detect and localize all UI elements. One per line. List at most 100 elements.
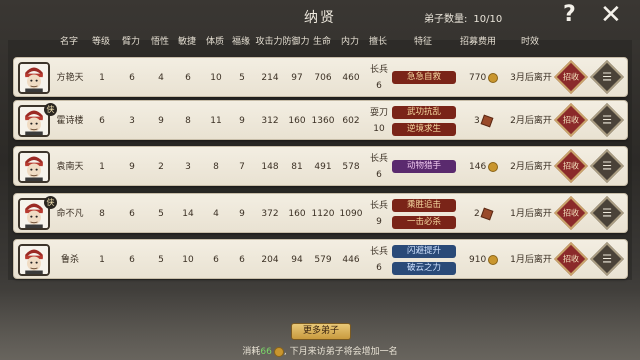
recruit-button[interactable]: 招收	[554, 60, 588, 94]
disciple-count: 弟子数量: 10/10	[424, 10, 502, 25]
recruit-button[interactable]: 招收	[554, 103, 588, 137]
trait-tag[interactable]: 急急自救	[392, 71, 456, 84]
cell-con: 6	[213, 255, 219, 265]
column-header-6: 福缘	[231, 37, 251, 47]
coin-icon	[488, 72, 499, 83]
recruit-button[interactable]: 招收	[554, 242, 588, 276]
recruit-label: 招收	[563, 161, 579, 171]
traits: 乘胜追击 一击必杀	[392, 194, 456, 234]
more-disciples-button[interactable]: 更多弟子	[291, 323, 351, 340]
weapon-skill: 长兵 6	[370, 62, 388, 94]
cell-str: 9	[129, 162, 135, 172]
weapon-level: 6	[376, 81, 382, 91]
cell-name: 霍诗楼	[56, 116, 84, 126]
column-header-5: 体质	[205, 37, 225, 47]
list-menu-icon: ☰	[602, 252, 612, 266]
cell-agi: 8	[185, 116, 191, 126]
column-header-9: 生命	[312, 37, 332, 47]
cell-hp: 579	[314, 255, 332, 265]
top-bar: 纳贤 弟子数量: 10/10 ? ✕	[0, 0, 640, 32]
close-icon[interactable]: ✕	[600, 0, 622, 30]
more-options-button[interactable]: ☰	[590, 103, 624, 137]
cell-mp: 1090	[339, 209, 363, 219]
list-menu-icon: ☰	[602, 70, 612, 84]
cell-con: 10	[210, 73, 222, 83]
weapon-skill: 耍刀 10	[370, 105, 388, 137]
cell-name: 鲁杀	[60, 255, 80, 265]
column-header: 名字 等级 臂力 悟性 敏捷 体质 福缘 攻击力 防御力 生命 内力 擅长 特征 招募费用 时效	[0, 34, 640, 48]
trait-tag[interactable]: 逆境求生	[392, 123, 456, 136]
cell-str: 3	[129, 116, 135, 126]
traits: 武功抗乱 逆境求生	[392, 101, 456, 141]
fee-value: 3	[474, 116, 480, 126]
cell-hp: 1360	[311, 116, 335, 126]
cell-hp: 706	[314, 73, 332, 83]
weapon-skill: 长兵 6	[370, 151, 388, 183]
cell-def: 97	[291, 73, 303, 83]
column-header-4: 敏捷	[177, 37, 197, 47]
cell-luck: 9	[239, 209, 245, 219]
fee-value: 2	[474, 209, 480, 219]
recruit-label: 招收	[563, 72, 579, 82]
hero-badge: 侠	[44, 196, 57, 209]
recruit-button[interactable]: 招收	[554, 149, 588, 183]
cell-luck: 9	[239, 116, 245, 126]
weapon-level: 6	[376, 263, 382, 273]
trait-tag[interactable]: 武功抗乱	[392, 106, 456, 119]
cell-mp: 578	[342, 162, 360, 172]
trait-tag[interactable]: 闪避提升	[392, 245, 456, 258]
more-options-button[interactable]: ☰	[590, 242, 624, 276]
list-menu-icon: ☰	[602, 206, 612, 220]
cell-def: 94	[291, 255, 303, 265]
cell-atk: 204	[261, 255, 279, 265]
column-header-7: 攻击力	[255, 37, 283, 47]
cell-time: 3月后离开	[510, 73, 552, 83]
coin-icon	[488, 161, 499, 172]
cell-level: 6	[99, 116, 105, 126]
portrait-avatar[interactable]	[18, 62, 50, 94]
cell-hp: 1120	[311, 209, 335, 219]
portrait-avatar[interactable]	[18, 151, 50, 183]
footer-prefix: 消耗	[242, 347, 261, 357]
weapon-type: 长兵	[369, 154, 389, 164]
cell-mp: 460	[342, 73, 360, 83]
weapon-level: 9	[376, 217, 382, 227]
column-header-13: 招募费用	[459, 37, 497, 47]
disciple-count-label: 弟子数量:	[424, 14, 468, 25]
cell-luck: 7	[239, 162, 245, 172]
cell-con: 4	[213, 209, 219, 219]
portrait-avatar[interactable]	[18, 244, 50, 276]
cell-time: 1月后离开	[510, 255, 552, 265]
cell-time: 2月后离开	[510, 116, 552, 126]
recruit-button[interactable]: 招收	[554, 196, 588, 230]
trait-tag[interactable]: 乘胜追击	[392, 199, 456, 212]
cell-str: 6	[129, 255, 135, 265]
cell-con: 11	[210, 116, 222, 126]
footer-amount: 66	[260, 347, 272, 357]
more-options-button[interactable]: ☰	[590, 60, 624, 94]
column-header-2: 臂力	[121, 37, 141, 47]
more-options-button[interactable]: ☰	[590, 196, 624, 230]
trait-tag[interactable]: 破云之力	[392, 262, 456, 275]
recruit-fee: 910	[469, 240, 499, 280]
column-header-8: 防御力	[282, 37, 310, 47]
trait-tag[interactable]: 一击必杀	[392, 216, 456, 229]
trait-tag[interactable]: 动物猎手	[392, 160, 456, 173]
disciple-row: 侠霍诗楼 6 3 9 8 11 9 312 160 1360 602 耍刀 10 武功抗乱 逆境求生 3 2月后…	[13, 100, 628, 140]
page-title: 纳贤	[304, 10, 336, 26]
column-header-12: 特征	[413, 37, 433, 47]
traits: 急急自救	[392, 58, 456, 98]
cell-level: 1	[99, 162, 105, 172]
cell-str: 6	[129, 73, 135, 83]
recruit-fee: 2	[474, 194, 494, 234]
fee-value: 910	[469, 255, 487, 265]
cell-level: 8	[99, 209, 105, 219]
cell-def: 160	[288, 116, 306, 126]
weapon-type: 长兵	[369, 247, 389, 257]
cell-hp: 491	[314, 162, 332, 172]
column-header-11: 擅长	[368, 37, 388, 47]
cell-name: 方艳天	[56, 73, 84, 83]
more-options-button[interactable]: ☰	[590, 149, 624, 183]
footer-note: 消耗66 , 下月来访弟子将会增加一名	[0, 344, 640, 357]
help-icon[interactable]: ?	[563, 2, 576, 27]
